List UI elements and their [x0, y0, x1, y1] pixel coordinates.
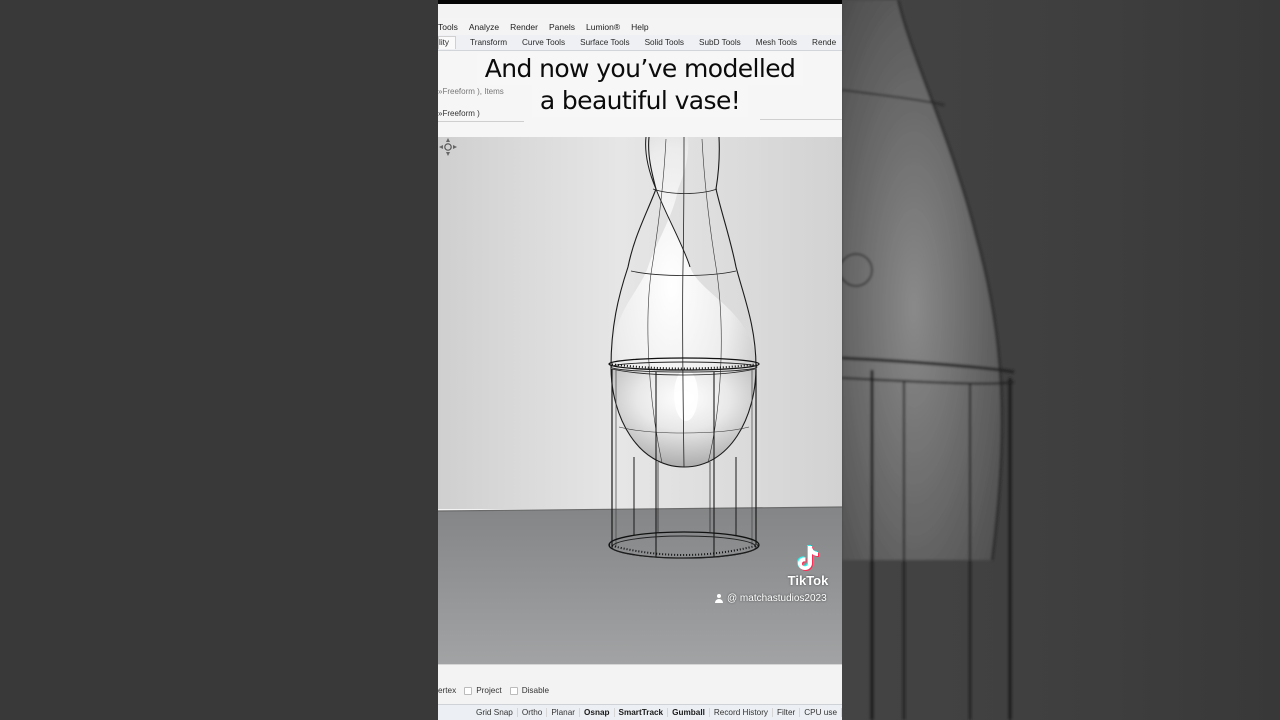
creator-handle: @ matchastudios2023: [715, 593, 827, 604]
menu-item-analyze[interactable]: Analyze: [469, 22, 499, 32]
menu-item-help[interactable]: Help: [631, 22, 648, 32]
project-checkbox[interactable]: [464, 686, 473, 695]
status-record-history[interactable]: Record History: [710, 708, 774, 717]
status-grid-snap[interactable]: Grid Snap: [472, 708, 518, 717]
caption-line-2: a beautiful vase!: [531, 85, 749, 117]
user-icon: [715, 594, 724, 603]
menu-bar: Tools Analyze Render Panels Lumion® Help: [438, 18, 842, 36]
project-label: Project: [476, 686, 502, 695]
caption-line-1: And now you’ve modelled: [476, 53, 804, 85]
tab-curve-tools[interactable]: Curve Tools: [522, 38, 565, 47]
tab-utility[interactable]: lity: [438, 36, 457, 49]
status-osnap[interactable]: Osnap: [580, 708, 615, 717]
tab-subd-tools[interactable]: SubD Tools: [699, 38, 741, 47]
command-underline: [438, 121, 524, 122]
status-gumball[interactable]: Gumball: [668, 708, 710, 717]
status-bar: Grid Snap Ortho Planar Osnap SmartTrack …: [438, 704, 842, 720]
gumball-icon[interactable]: [438, 137, 458, 157]
tab-render-tools[interactable]: Rende: [812, 38, 836, 47]
video-caption: And now you’ve modelled a beautiful vase…: [438, 53, 842, 117]
menu-item-lumion[interactable]: Lumion®: [586, 22, 620, 32]
top-letterbox: [438, 0, 842, 4]
disable-checkbox[interactable]: [509, 686, 518, 695]
tab-transform[interactable]: Transform: [470, 38, 507, 47]
blurred-background-left: [0, 0, 438, 720]
video-frame: Tools Analyze Render Panels Lumion® Help…: [438, 0, 842, 720]
tab-surface-tools[interactable]: Surface Tools: [580, 38, 629, 47]
status-planar[interactable]: Planar: [547, 708, 581, 717]
blurred-vase-copy: [842, 0, 1015, 720]
tiktok-wordmark: TikTok: [787, 573, 829, 588]
toolbar-tabs: lity Transform Curve Tools Surface Tools…: [438, 35, 842, 51]
menu-item-render[interactable]: Render: [510, 22, 538, 32]
tab-mesh-tools[interactable]: Mesh Tools: [756, 38, 797, 47]
creator-handle-text: @ matchastudios2023: [727, 593, 827, 604]
status-smarttrack[interactable]: SmartTrack: [615, 708, 669, 717]
tiktok-watermark: TikTok: [778, 544, 838, 588]
tiktok-logo-icon: [797, 545, 819, 571]
tab-solid-tools[interactable]: Solid Tools: [645, 38, 684, 47]
menu-item-tools[interactable]: Tools: [438, 22, 458, 32]
osnap-panel: ertex Project Disable: [438, 664, 842, 704]
menu-item-panels[interactable]: Panels: [549, 22, 575, 32]
status-filter[interactable]: Filter: [773, 708, 801, 717]
disable-label: Disable: [521, 686, 549, 695]
osnap-vertex-label: ertex: [438, 686, 457, 695]
status-cpu-use: CPU use: [800, 708, 842, 717]
status-ortho[interactable]: Ortho: [518, 708, 548, 717]
command-underline-right: [760, 119, 842, 120]
blurred-background-right: [842, 0, 1280, 720]
